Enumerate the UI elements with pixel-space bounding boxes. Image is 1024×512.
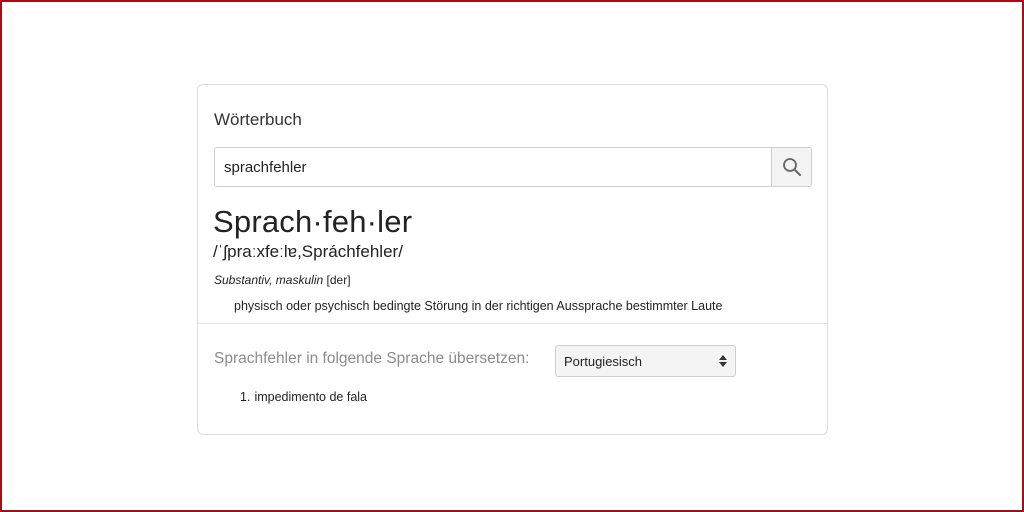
search-icon [782,158,801,176]
grammar-info: Substantiv, maskulin [der] [214,273,351,287]
divider [198,323,827,324]
card-title: Wörterbuch [214,110,302,129]
headword: Sprach·feh·ler [213,204,413,239]
definition: physisch oder psychisch bedingte Störung… [234,299,723,313]
part-of-speech: Substantiv, maskulin [214,273,324,287]
translation-number: 1. [240,390,251,404]
language-select-value: Portugiesisch [564,353,643,369]
pronunciation: /ˈʃpraːxfeːlɐ,Spráchfehler/ [213,242,403,261]
language-select[interactable]: Portugiesisch [555,345,736,377]
search-input[interactable] [215,148,771,186]
translation-list: 1. impedimento de fala [240,390,367,404]
translate-label: Sprachfehler in folgende Sprache überset… [214,350,530,367]
translation-text: impedimento de fala [254,390,368,404]
article: [der] [326,273,351,287]
search-bar [214,147,812,187]
select-arrows-icon [719,355,727,367]
search-button[interactable] [771,148,811,186]
dictionary-card: Wörterbuch Sprach·feh·ler /ˈʃpraːxfeːlɐ,… [197,84,828,435]
list-item: 1. impedimento de fala [240,390,367,404]
